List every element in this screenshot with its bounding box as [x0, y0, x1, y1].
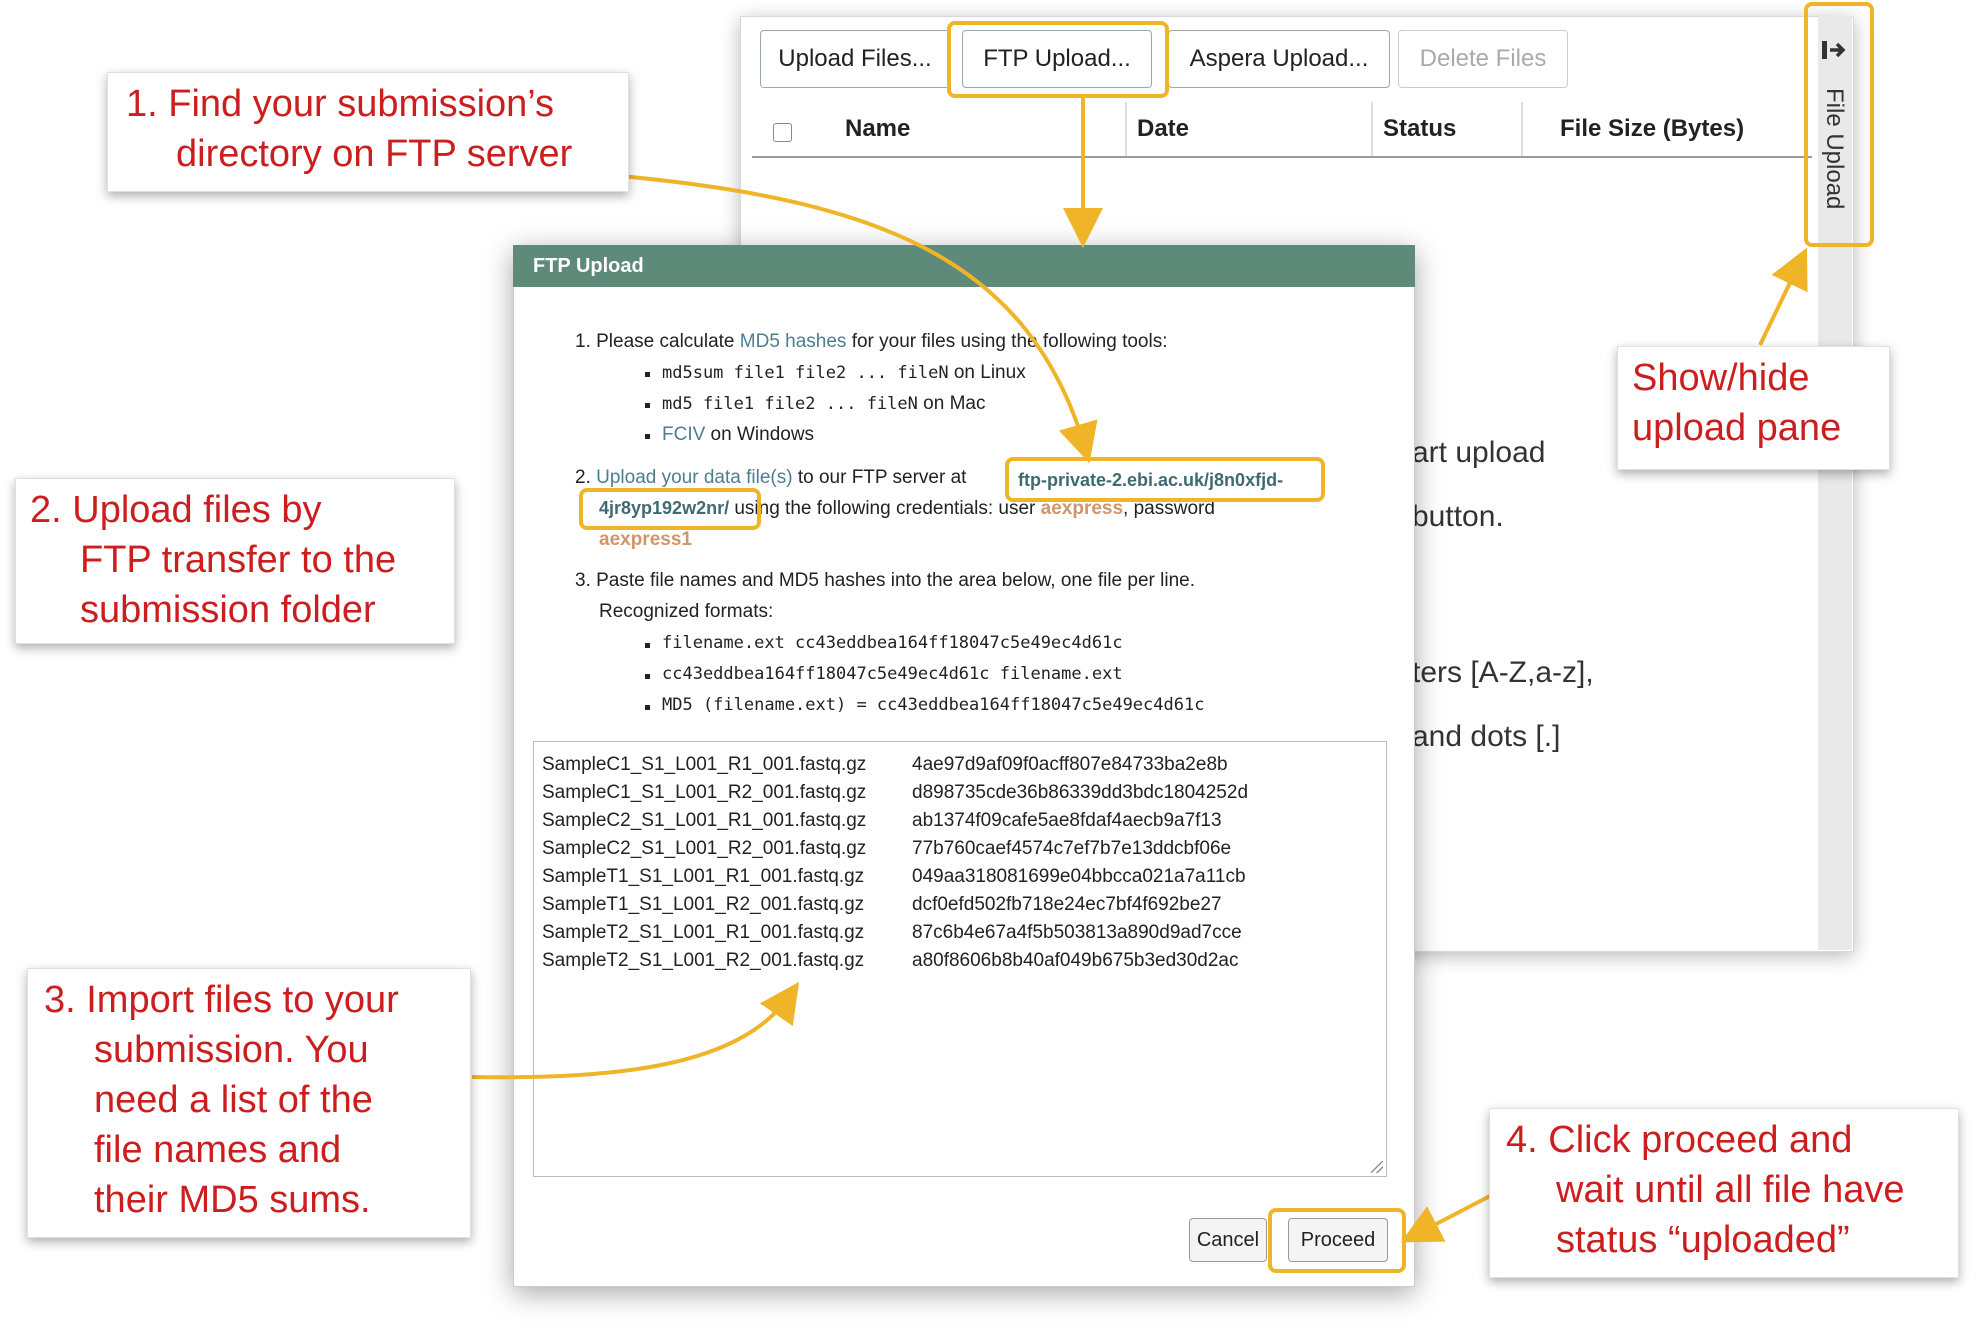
callout-find-directory: 1. Find your submission’s directory on F… [107, 72, 629, 192]
callout-show-hide-pane: Show/hide upload pane [1617, 346, 1890, 470]
callout-import-files: 3. Import files to your submission. You … [27, 968, 471, 1238]
callout-upload-ftp: 2. Upload files by FTP transfer to the s… [15, 478, 455, 644]
arrow-callout1-to-server [619, 174, 1098, 464]
arrow-callout4-to-proceed [1400, 1194, 1491, 1243]
arrow-callout3-to-textarea [471, 981, 800, 1080]
arrow-callout5-to-toggle [1758, 247, 1808, 346]
callout-click-proceed: 4. Click proceed and wait until all file… [1489, 1108, 1959, 1278]
